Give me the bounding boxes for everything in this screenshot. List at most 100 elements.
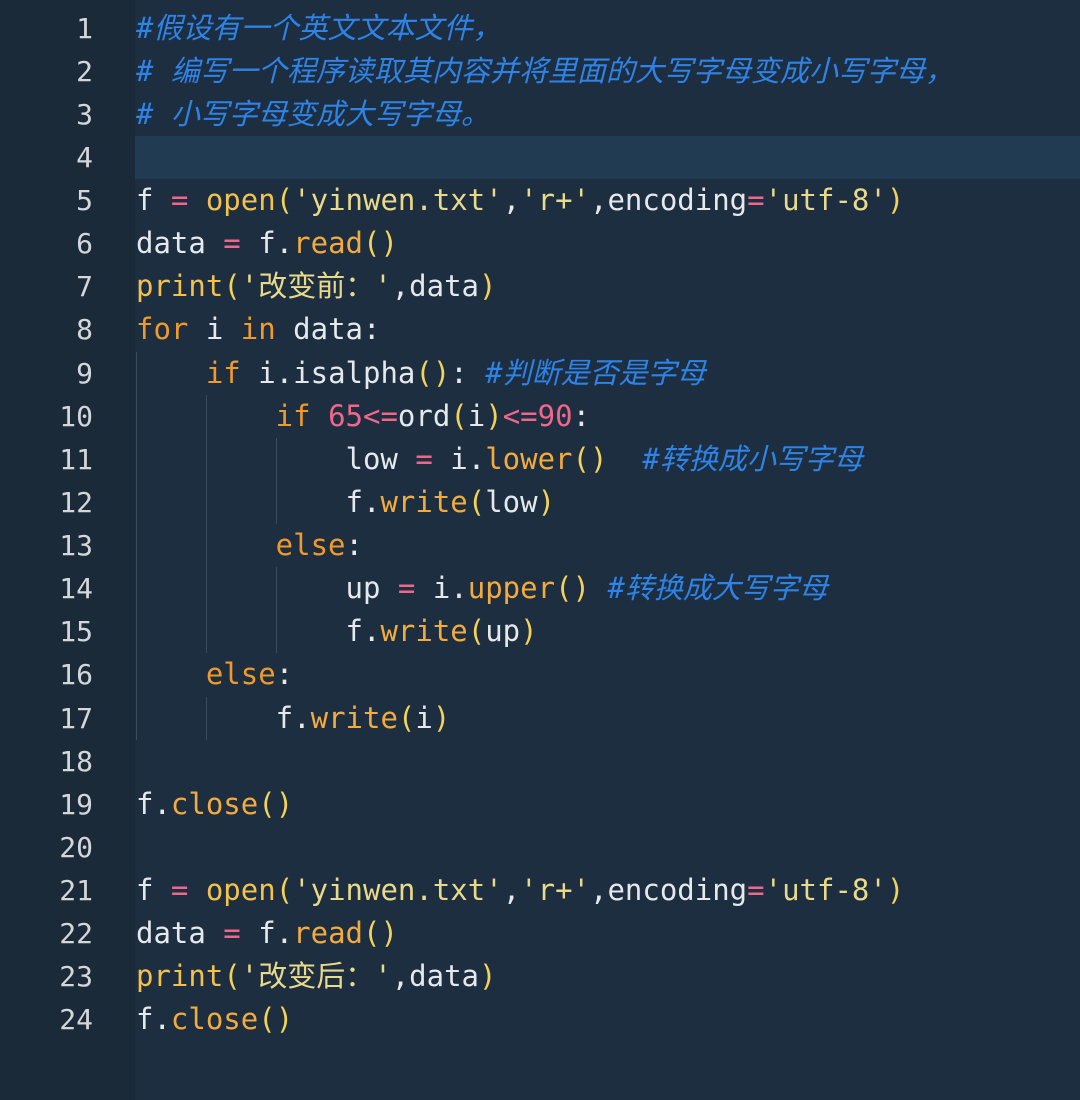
code-token: ,data <box>391 269 480 304</box>
code-token: 65 <box>310 398 363 433</box>
code-line[interactable]: else: <box>135 653 1080 697</box>
line-number: 17 <box>59 701 93 735</box>
code-token: = <box>397 441 433 476</box>
code-token: = <box>153 873 189 907</box>
code-line[interactable]: # 小写字母变成大写字母。 <box>135 93 1080 136</box>
code-token: close <box>170 1002 259 1037</box>
code-token: low <box>485 484 538 519</box>
code-token: () <box>572 441 608 476</box>
code-token: ( <box>397 700 416 735</box>
code-token: ) <box>537 484 556 519</box>
code-token: ,data <box>391 959 480 994</box>
line-number: 6 <box>76 227 93 261</box>
code-line[interactable]: f.close() <box>135 783 1080 826</box>
code-token: 'yinwen.txt' <box>293 183 503 217</box>
code-comment: #判断是否是字母 <box>467 355 706 390</box>
code-line[interactable]: print('改变前：',data) <box>135 265 1080 308</box>
code-token: else <box>136 528 346 562</box>
line-number: 15 <box>59 615 93 649</box>
code-token: f. <box>136 700 311 735</box>
code-token: () <box>363 226 398 261</box>
code-line[interactable]: data = f.read() <box>135 222 1080 265</box>
code-token: : <box>450 355 468 390</box>
line-number: 16 <box>59 658 93 692</box>
code-token: ( <box>275 873 294 907</box>
code-token: open <box>188 183 276 217</box>
code-token: ( <box>223 269 241 304</box>
code-token: f. <box>240 916 294 951</box>
code-token: ) <box>479 959 497 994</box>
code-comment: # 编写一个程序读取其内容并将里面的大写字母变成小写字母， <box>136 53 954 88</box>
code-token: <= <box>363 398 398 433</box>
code-token: open <box>188 873 276 907</box>
code-line[interactable] <box>135 740 1080 783</box>
code-token: 'yinwen.txt' <box>293 873 503 907</box>
line-number: 2 <box>76 54 93 88</box>
code-line[interactable]: f.close() <box>135 998 1080 1041</box>
code-editor-window: 1 2 3 4 5 6 7 8 9 10 11 12 13 14 15 16 17 18 19 20 21 22 23 24 … <box>0 0 1080 1100</box>
code-token: ) <box>485 398 503 433</box>
code-token: ) <box>520 614 538 649</box>
code-token: f <box>136 873 154 907</box>
line-number: 18 <box>59 744 93 778</box>
code-token: 90 <box>537 398 573 433</box>
code-token: low <box>136 441 398 476</box>
code-token: print <box>136 269 224 304</box>
code-editor[interactable]: #假设有一个英文文本文件， # 编写一个程序读取其内容并将里面的大写字母变成小写字… <box>135 0 1080 1100</box>
line-number: 3 <box>76 97 93 131</box>
line-number: 5 <box>76 184 93 217</box>
code-comment: #转换成大写字母 <box>589 571 828 606</box>
code-line[interactable]: print('改变后：',data) <box>135 955 1080 998</box>
line-number: 11 <box>59 442 93 476</box>
code-token: up <box>136 571 381 606</box>
code-line[interactable]: else: <box>135 524 1080 568</box>
line-number: 22 <box>59 917 93 951</box>
line-number: 24 <box>59 1003 93 1037</box>
code-token: i <box>188 312 241 347</box>
code-line[interactable]: f = open('yinwen.txt','r+',encoding='utf… <box>135 179 1080 222</box>
line-number: 12 <box>59 485 93 519</box>
code-line[interactable]: if 65<=ord(i)<=90: <box>135 394 1080 438</box>
code-line[interactable]: up = i.upper() #转换成大写字母 <box>135 567 1080 611</box>
line-number: 1 <box>76 11 93 45</box>
line-number-gutter: 1 2 3 4 5 6 7 8 9 10 11 12 13 14 15 16 17 18 19 20 21 22 23 24 <box>0 0 135 1100</box>
code-line[interactable] <box>135 135 1080 179</box>
code-line[interactable]: for i in data: <box>135 308 1080 351</box>
code-token: = <box>380 571 416 606</box>
code-line[interactable]: data = f.read() <box>135 912 1080 955</box>
code-line[interactable]: f = open('yinwen.txt','r+',encoding='utf… <box>135 869 1080 912</box>
code-token: up <box>485 614 521 649</box>
code-token: i. <box>415 571 468 606</box>
code-token: else <box>136 657 276 692</box>
code-line[interactable]: f.write(low) <box>135 480 1080 524</box>
code-token: f. <box>136 1002 171 1037</box>
code-token: : <box>345 528 363 562</box>
code-token: () <box>363 916 398 951</box>
code-comment: # 小写字母变成大写字母。 <box>136 96 490 131</box>
code-token: write <box>380 614 468 649</box>
code-token: ) <box>886 183 905 217</box>
code-token: ( <box>450 398 468 433</box>
code-token: read <box>293 916 363 951</box>
code-line[interactable]: f.write(up) <box>135 610 1080 654</box>
code-line[interactable]: f.write(i) <box>135 696 1080 740</box>
code-token: '改变前：' <box>240 269 392 304</box>
code-token: f. <box>136 484 381 519</box>
code-token: data <box>136 916 206 951</box>
code-token: i <box>467 398 486 433</box>
code-token: close <box>170 786 259 821</box>
code-line[interactable]: if i.isalpha(): #判断是否是字母 <box>135 351 1080 395</box>
code-token: 'r+' <box>520 873 590 907</box>
code-line[interactable]: #假设有一个英文文本文件， <box>135 7 1080 50</box>
code-token: () <box>258 786 294 821</box>
code-line[interactable] <box>135 826 1080 869</box>
code-line[interactable]: low = i.lower() #转换成小写字母 <box>135 437 1080 481</box>
line-number: 10 <box>59 399 93 433</box>
line-number: 8 <box>76 313 93 347</box>
code-line[interactable]: # 编写一个程序读取其内容并将里面的大写字母变成小写字母， <box>135 50 1080 93</box>
code-token: 'r+' <box>520 183 590 217</box>
line-number: 23 <box>59 960 93 994</box>
code-token: = <box>747 873 765 907</box>
line-number: 7 <box>76 270 93 304</box>
code-token: i. <box>432 441 486 476</box>
